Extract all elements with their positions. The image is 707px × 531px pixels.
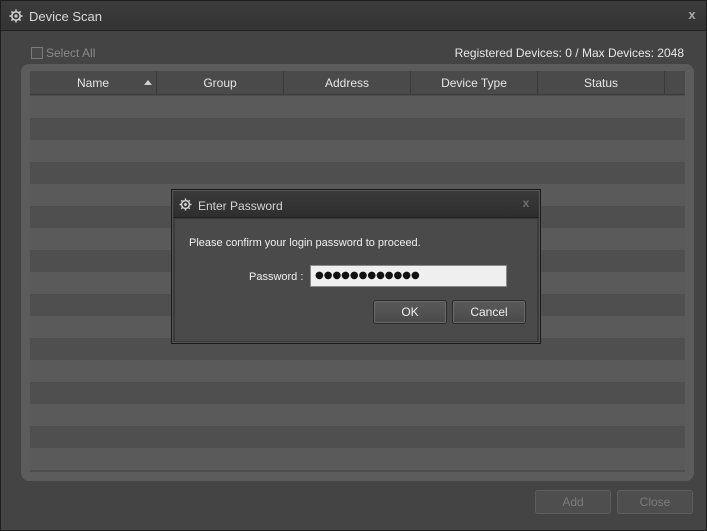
column-header-status[interactable]: Status	[538, 71, 665, 95]
table-header: Name Group Address Device Type Status	[30, 71, 685, 95]
add-button[interactable]: Add	[535, 490, 611, 514]
password-label: Password :	[249, 271, 304, 283]
dialog-title: Enter Password	[198, 199, 283, 213]
sort-ascending-icon	[144, 80, 152, 85]
gear-icon	[9, 9, 23, 23]
column-header-name[interactable]: Name	[30, 71, 157, 95]
window-titlebar[interactable]: Device Scan x	[1, 1, 706, 31]
enter-password-dialog: Enter Password x Please confirm your log…	[171, 189, 541, 344]
close-icon[interactable]: x	[519, 196, 533, 210]
gear-icon	[179, 198, 192, 211]
column-header-label: Name	[76, 76, 109, 90]
table-row	[30, 140, 685, 162]
table-row	[30, 118, 685, 140]
ok-button[interactable]: OK	[373, 300, 447, 324]
table-row	[30, 404, 685, 426]
cancel-button[interactable]: Cancel	[452, 300, 526, 324]
table-row	[30, 382, 685, 404]
table-row	[30, 162, 685, 184]
column-header-label: Status	[583, 76, 619, 90]
table-row	[30, 360, 685, 382]
close-button[interactable]: Close	[617, 490, 693, 514]
column-header-label: Group	[203, 76, 237, 90]
window-title: Device Scan	[29, 9, 102, 24]
close-icon[interactable]: x	[684, 7, 700, 23]
column-header-label: Address	[324, 76, 370, 90]
checkbox-box[interactable]	[31, 47, 43, 59]
dialog-message: Please confirm your login password to pr…	[189, 237, 421, 249]
dialog-body: Please confirm your login password to pr…	[175, 219, 537, 341]
device-count-status: Registered Devices: 0 / Max Devices: 204…	[454, 46, 684, 60]
table-row	[30, 96, 685, 118]
column-header-filler	[665, 71, 685, 95]
table-row	[30, 426, 685, 448]
dialog-titlebar[interactable]: Enter Password x	[173, 191, 539, 218]
table-row	[30, 448, 685, 470]
column-header-group[interactable]: Group	[157, 71, 284, 95]
password-input[interactable]: ●●●●●●●●●●●●	[310, 265, 507, 287]
select-all-checkbox[interactable]: Select All	[31, 45, 95, 61]
select-all-label: Select All	[46, 46, 96, 60]
column-header-device-type[interactable]: Device Type	[411, 71, 538, 95]
column-header-label: Device Type	[441, 76, 507, 90]
column-header-address[interactable]: Address	[284, 71, 411, 95]
